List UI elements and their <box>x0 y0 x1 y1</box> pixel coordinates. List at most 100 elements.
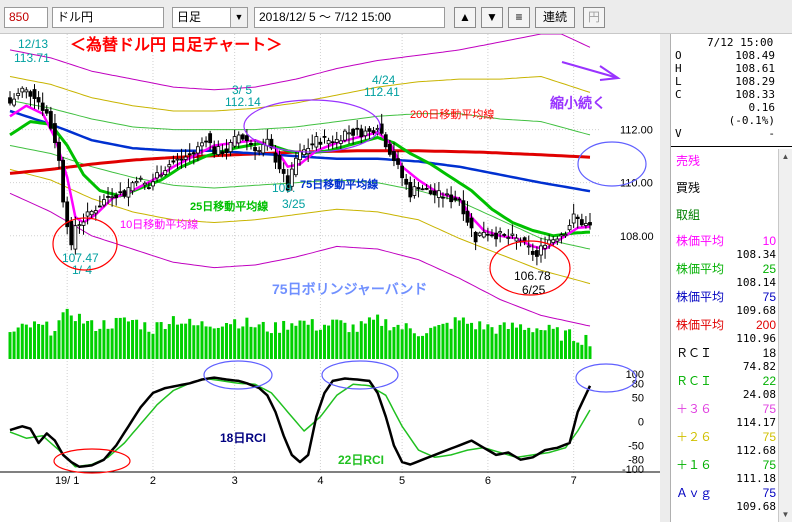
candle-body <box>408 182 413 198</box>
menu-button[interactable]: ≡ <box>508 7 530 28</box>
candle-body <box>530 250 535 255</box>
candle-body <box>89 210 94 216</box>
volume-bar <box>73 321 77 359</box>
period-select[interactable]: 日足 ▼ <box>172 7 248 28</box>
candle-body <box>93 210 98 214</box>
candle-body <box>224 148 229 154</box>
candle-body <box>134 181 139 184</box>
volume-bar <box>249 326 253 359</box>
candle-body <box>343 130 347 141</box>
candle-body <box>138 177 143 180</box>
margin-label: 取組 <box>676 208 701 222</box>
candle-body <box>191 152 196 155</box>
volume-bar <box>224 323 228 359</box>
symbol-code: 850 <box>9 10 30 24</box>
volume-bar <box>527 327 531 359</box>
candle-body <box>228 142 233 153</box>
candle-body <box>102 199 106 206</box>
volume-bar <box>57 320 61 359</box>
mar25-date-label: 3/25 <box>282 197 306 211</box>
scroll-up-button[interactable]: ▲ <box>454 7 476 28</box>
info-panel: 7/12 15:00 O 108.49 H 108.61 L 108.29 C 108.33 0… <box>670 34 792 522</box>
volume-bar <box>126 321 130 359</box>
volume-bar <box>286 329 290 359</box>
volume-bar <box>114 317 118 359</box>
candle-body <box>318 141 323 145</box>
candle-body <box>155 172 159 179</box>
high-date-label: 12/13 <box>18 37 48 51</box>
volume-bar <box>220 326 224 359</box>
candle-body <box>40 102 45 111</box>
candle-body <box>432 190 437 196</box>
symbol-name-field[interactable]: ドル円 <box>52 7 164 28</box>
volume-bar <box>478 321 482 359</box>
continuous-button[interactable]: 連続 <box>535 7 575 28</box>
candle-body <box>44 109 49 114</box>
volume-bar <box>400 329 404 359</box>
volume-bar <box>339 320 343 359</box>
volume-bar <box>282 320 286 359</box>
volume-bar <box>445 322 449 359</box>
candle-body <box>563 234 568 237</box>
candle-body <box>69 220 74 246</box>
candle-body <box>273 152 278 163</box>
shrink-continues-label: 縮小続く <box>550 95 606 111</box>
indicator-value: 111.18 <box>736 472 776 485</box>
indicator-name: ＲＣＩ <box>676 374 713 388</box>
yen-button[interactable]: 円 <box>583 7 605 28</box>
volume-bar <box>139 329 143 359</box>
volume-bar <box>502 322 506 359</box>
indicator-param: 75 <box>762 430 776 444</box>
date-range-field[interactable]: 2018/12/ 5 ～ 7/12 15:00 <box>254 7 445 28</box>
volume-bar <box>588 346 592 359</box>
scroll-down-arrow-icon[interactable]: ▼ <box>779 507 792 522</box>
candle-body <box>347 132 351 135</box>
rci-top1-highlight-ellipse <box>203 360 273 390</box>
candle-body <box>579 219 584 226</box>
candle-body <box>436 190 441 198</box>
candle-body <box>494 232 498 240</box>
candle-body <box>567 225 572 231</box>
buy-remaining-label: 買残 <box>676 181 701 195</box>
candle-body <box>208 133 213 144</box>
candle-body <box>571 213 576 224</box>
volume-bar <box>335 319 339 359</box>
volume-bar <box>404 323 408 359</box>
volume-bar <box>412 333 416 359</box>
volume-bar <box>543 330 547 359</box>
volume-bar <box>102 320 106 359</box>
chart-area[interactable]: 112.00 110.00 108.00 100 80 50 0 -50 -80 -100 19/ … <box>0 34 660 522</box>
volume-bar <box>49 335 53 359</box>
volume-bar <box>327 325 331 359</box>
volume-bar <box>175 324 179 359</box>
rci-tick-label: 50 <box>632 393 644 405</box>
mar5-value-label: 112.14 <box>225 95 261 109</box>
volume-bar <box>547 324 551 359</box>
ma200-label: 200日移動平均線 <box>410 107 494 121</box>
scroll-down-button[interactable]: ▼ <box>481 7 503 28</box>
ohlc-key: O <box>675 49 682 62</box>
symbol-code-field[interactable]: 850 <box>4 7 48 28</box>
candle-body <box>204 140 208 143</box>
indicator-value: 112.68 <box>736 444 776 457</box>
candle-body <box>200 142 204 147</box>
ohlc-value: 108.33 <box>735 88 775 101</box>
volume-bar <box>318 329 322 359</box>
candle-body <box>404 178 409 185</box>
volume-bar <box>257 324 261 359</box>
rci18-label: 18日RCI <box>220 431 266 445</box>
price-tick-label: 112.00 <box>620 125 653 137</box>
volume-bar <box>580 344 584 359</box>
panel-scrollbar[interactable]: ▲ ▼ <box>778 149 792 522</box>
candle-body <box>73 225 78 250</box>
indicator-param: 75 <box>762 486 776 500</box>
volume-bar <box>241 326 245 359</box>
chevron-down-icon[interactable]: ▼ <box>230 8 247 27</box>
volume-bar <box>20 323 24 359</box>
volume-bar <box>196 325 200 359</box>
indicator-row: ＲＣＩ 18 74.82 <box>676 346 776 374</box>
volume-bar <box>572 341 576 359</box>
volume-bar <box>323 324 327 359</box>
scroll-up-arrow-icon[interactable]: ▲ <box>779 149 792 164</box>
candle-body <box>146 187 151 189</box>
